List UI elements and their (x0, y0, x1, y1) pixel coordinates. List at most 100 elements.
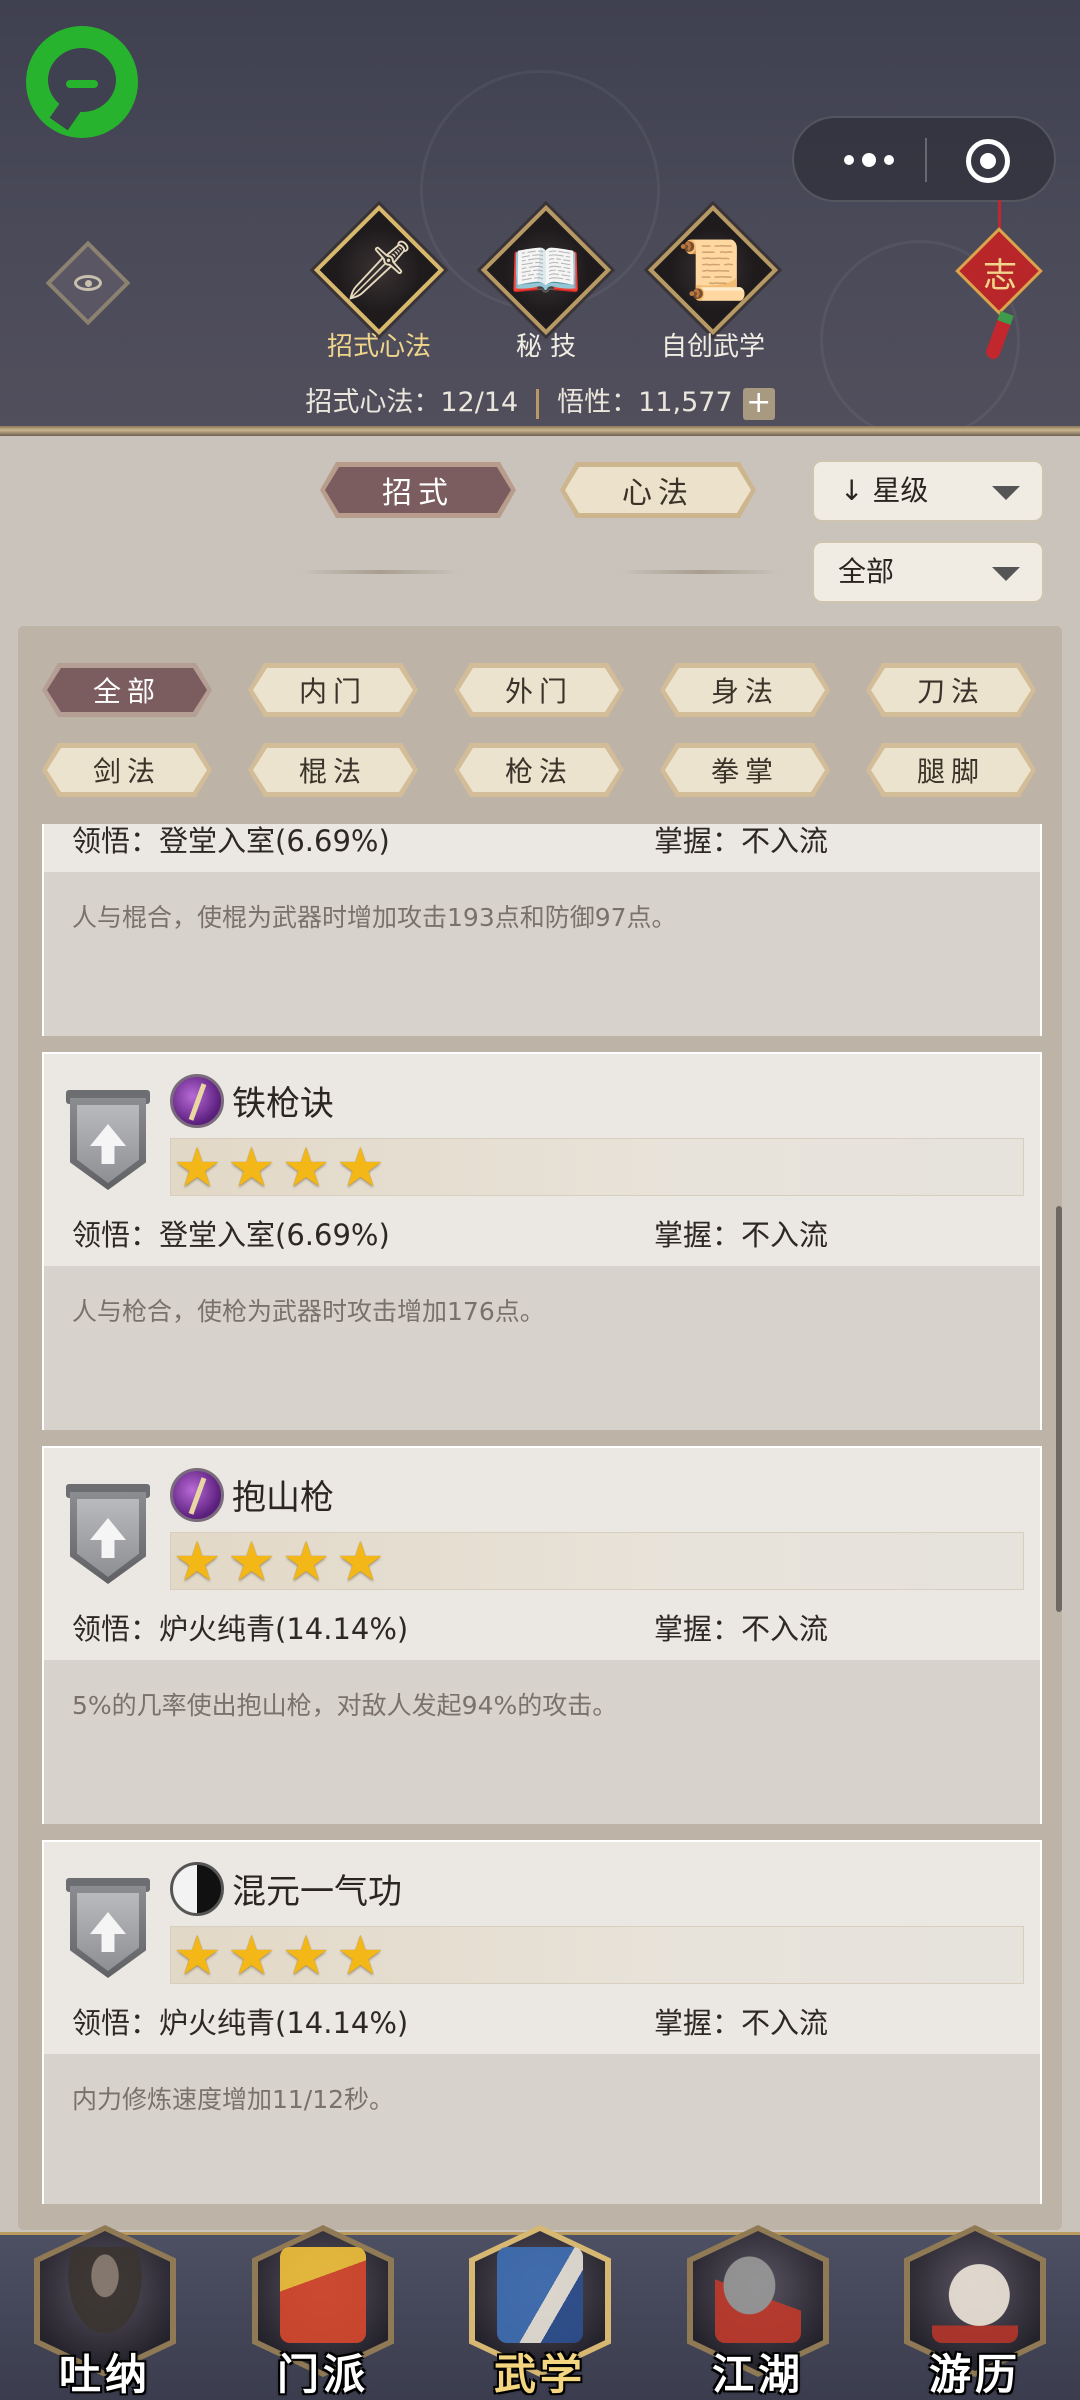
tab-label: 自创武学 (660, 332, 765, 362)
category-label: 腿脚 (916, 755, 985, 788)
spear-skill-icon (170, 1074, 224, 1128)
yin-yang-icon (170, 1862, 224, 1916)
category-outer[interactable]: 外门 (454, 663, 624, 717)
mastery: 掌握：不入流 (654, 824, 828, 860)
bamboo-hat-icon (715, 2247, 801, 2343)
category-label: 刀法 (916, 675, 985, 708)
comprehension: 领悟：登堂入室(6.69%) (72, 824, 390, 860)
header-border (0, 426, 1080, 436)
sword-icon: 🗡 (342, 236, 416, 304)
mastery-value: 不入流 (741, 2006, 829, 2040)
nav-jianghu[interactable]: 江湖 (683, 2223, 833, 2400)
nav-label: 门派 (276, 2350, 369, 2399)
sort-dropdown[interactable]: ↓ 星级 (812, 460, 1044, 522)
nav-breathing[interactable]: 吐纳 (30, 2223, 180, 2400)
category-label: 外门 (504, 675, 573, 708)
scroll-icon: 📜 (676, 236, 750, 304)
comprehension: 领悟：炉火纯青(14.14%) (72, 2000, 408, 2042)
stats-divider (536, 388, 540, 419)
eye-toggle-button[interactable] (45, 240, 131, 326)
comprehension-value: 炉火纯青(14.14%) (159, 2006, 409, 2040)
skill-card[interactable]: 混元一气功 ★★★★ 领悟：炉火纯青(14.14%) 掌握：不入流 内力修炼速度… (42, 1840, 1042, 2204)
tab-skills[interactable]: 🗡 招式心法 (308, 204, 445, 368)
close-target-icon[interactable] (966, 139, 1010, 183)
mastery-label: 掌握： (654, 1612, 742, 1646)
skill-card[interactable]: 抱山枪 ★★★★ 领悟：炉火纯青(14.14%) 掌握：不入流 5%的几率使出抱… (42, 1446, 1042, 1824)
mastery-value: 不入流 (741, 824, 829, 858)
category-blade[interactable]: 刀法 (866, 663, 1036, 717)
upgrade-badge-icon[interactable] (66, 1090, 150, 1190)
scrollbar[interactable] (1056, 1206, 1062, 1612)
segment-mind-method[interactable]: 心法 (560, 462, 756, 518)
meditating-figure-icon (62, 2247, 148, 2343)
decorative-divider (620, 570, 780, 574)
more-icon[interactable] (834, 140, 904, 180)
nav-travel[interactable]: 游历 (900, 2223, 1050, 2400)
category-label: 全部 (92, 675, 161, 708)
nav-sect[interactable]: 门派 (248, 2223, 398, 2400)
mastery: 掌握：不入流 (654, 2000, 828, 2042)
skill-name: 抱山枪 (232, 1478, 334, 1518)
stars: ★★★★ (173, 1530, 391, 1593)
skill-description: 人与枪合，使枪为武器时攻击增加176点。 (72, 1297, 545, 1326)
segment-moves[interactable]: 招式 (320, 462, 516, 518)
category-spear[interactable]: 枪法 (454, 743, 624, 797)
category-leg[interactable]: 腿脚 (866, 743, 1036, 797)
white-horse-icon (932, 2247, 1018, 2343)
skill-list[interactable]: ★★★★ 领悟：登堂入室(6.69%) 掌握：不入流 人与棍合，使棍为武器时增加… (22, 824, 1042, 2204)
description-area: 5%的几率使出抱山枪，对敌人发起94%的攻击。 (44, 1660, 1040, 1824)
insight-label: 悟性： (557, 387, 639, 418)
skill-card[interactable]: 铁枪诀 ★★★★ 领悟：登堂入室(6.69%) 掌握：不入流 人与枪合，使枪为武… (42, 1052, 1042, 1430)
mastery-label: 掌握： (654, 824, 742, 858)
nav-label: 吐纳 (58, 2350, 151, 2399)
category-label: 枪法 (504, 755, 573, 788)
sect-banner-icon (280, 2247, 366, 2343)
decorative-divider (300, 570, 460, 574)
mastery-label: 掌握： (654, 1218, 742, 1252)
star-rating: ★★★★ (170, 1926, 1024, 1984)
category-all[interactable]: 全部 (42, 663, 212, 717)
capsule-divider (925, 138, 927, 182)
chinese-knot-icon[interactable]: 志 (955, 200, 1043, 361)
category-label: 内门 (298, 675, 367, 708)
comprehension-label: 领悟： (72, 2006, 160, 2040)
stars: ★★★★ (173, 1136, 391, 1199)
category-agility[interactable]: 身法 (660, 663, 830, 717)
upgrade-badge-icon[interactable] (66, 1878, 150, 1978)
insight-value: 11,577 (638, 387, 733, 418)
comprehension-value: 炉火纯青(14.14%) (159, 1612, 409, 1646)
category-staff[interactable]: 棍法 (248, 743, 418, 797)
upgrade-badge-icon[interactable] (66, 1484, 150, 1584)
chat-icon[interactable] (26, 26, 138, 138)
stars: ★★★★ (173, 1924, 391, 1987)
nav-label: 武学 (493, 2350, 586, 2399)
comprehension: 领悟：炉火纯青(14.14%) (72, 1606, 408, 1648)
add-insight-icon[interactable]: + (742, 387, 775, 420)
category-sword[interactable]: 剑法 (42, 743, 212, 797)
skill-name: 混元一气功 (232, 1872, 402, 1912)
skill-card[interactable]: ★★★★ 领悟：登堂入室(6.69%) 掌握：不入流 人与棍合，使棍为武器时增加… (42, 824, 1042, 1036)
tab-secret[interactable]: 📖 秘 技 (475, 204, 612, 368)
martial-book-icon (497, 2247, 583, 2343)
spear-skill-icon (170, 1468, 224, 1522)
filter-dropdown[interactable]: 全部 (812, 541, 1044, 603)
comprehension-value: 登堂入室(6.69%) (159, 1218, 390, 1252)
comprehension-label: 领悟： (72, 1612, 160, 1646)
tab-custom-martial[interactable]: 📜 自创武学 (642, 204, 779, 368)
nav-label: 江湖 (711, 2350, 804, 2399)
description-area: 人与棍合，使棍为武器时增加攻击193点和防御97点。 (44, 872, 1040, 1036)
skills-count-label: 招式心法： (305, 387, 441, 418)
segment-label: 招式 (382, 476, 454, 511)
sort-value: 星级 (872, 474, 929, 507)
category-inner[interactable]: 内门 (248, 663, 418, 717)
skill-description: 内力修炼速度增加11/12秒。 (72, 2085, 395, 2114)
category-fist[interactable]: 拳掌 (660, 743, 830, 797)
book-icon: 📖 (509, 236, 583, 304)
filter-value: 全部 (838, 555, 895, 588)
stats-bar: 招式心法：12/14 悟性：11,577 + (0, 380, 1080, 420)
mastery: 掌握：不入流 (654, 1212, 828, 1254)
nav-martial-arts[interactable]: 武学 (465, 2223, 615, 2400)
description-area: 内力修炼速度增加11/12秒。 (44, 2054, 1040, 2204)
skills-count-value: 12/14 (440, 387, 519, 418)
skill-description: 人与棍合，使棍为武器时增加攻击193点和防御97点。 (72, 903, 677, 932)
